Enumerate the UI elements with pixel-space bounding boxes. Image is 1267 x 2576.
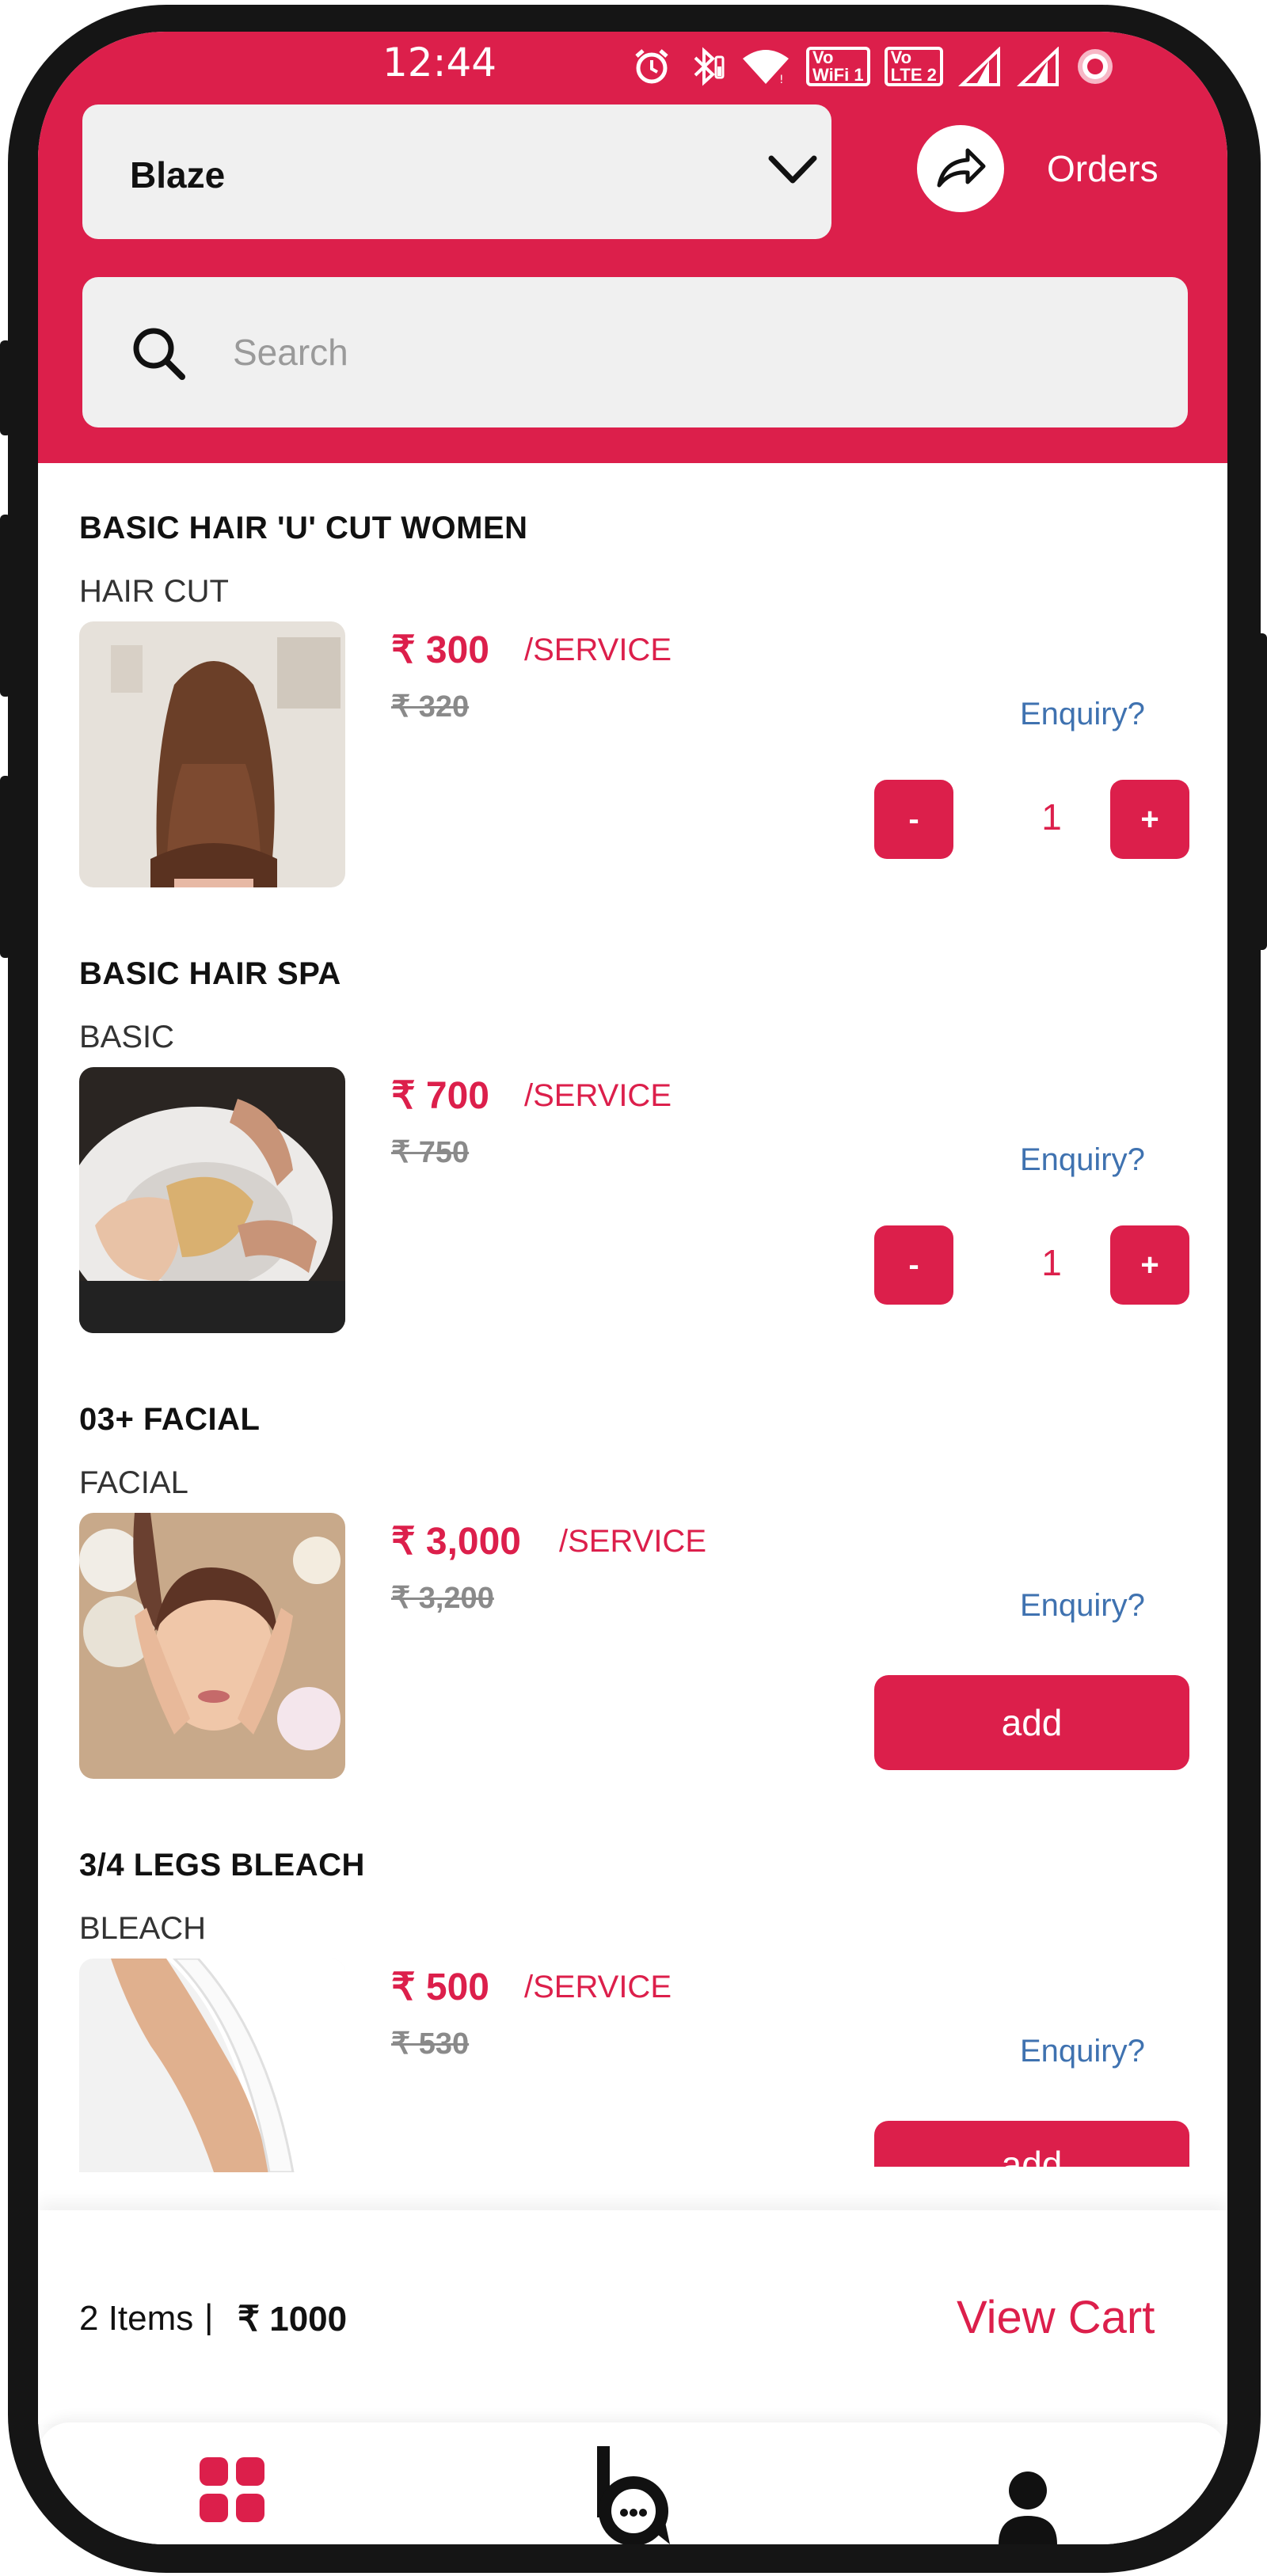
volte-bottom-label: LTE 2 — [890, 65, 937, 85]
app-screen: 12:44 ! Vo WiFi 1 Vo LTE 2 Blaze Orders … — [38, 32, 1227, 2544]
original-price: ₹ 3,200 — [391, 1582, 494, 1615]
share-icon — [937, 148, 986, 188]
service-price: ₹ 3,000 — [391, 1521, 521, 1563]
store-select[interactable]: Blaze — [82, 104, 831, 239]
store-select-value: Blaze — [130, 154, 226, 196]
add-label: add — [1001, 1702, 1063, 1743]
cart-item-count: 2 Items — [79, 2299, 194, 2338]
minus-label: - — [908, 1247, 919, 1282]
service-price: ₹ 500 — [391, 1966, 489, 2008]
decrease-quantity-button[interactable]: - — [874, 780, 953, 859]
service-image — [79, 1513, 345, 1779]
service-item: 03+ FACIAL FACIAL ₹ 3,000 /SERVICE ₹ 3,2… — [38, 1354, 1227, 1800]
price-unit: /SERVICE — [524, 1970, 672, 2004]
service-price: ₹ 300 — [391, 629, 489, 671]
plus-label: + — [1140, 801, 1159, 837]
cart-total: ₹ 1000 — [238, 2300, 348, 2339]
profile-icon — [999, 2472, 1057, 2544]
service-image — [79, 1067, 345, 1333]
service-category: HAIR CUT — [79, 574, 229, 609]
search-icon — [133, 328, 185, 380]
vowifi-icon: Vo WiFi 1 — [806, 47, 870, 86]
plus-label: + — [1140, 1247, 1159, 1282]
cart-summary-bar: 2 Items | ₹ 1000 View Cart — [38, 2210, 1227, 2424]
service-price: ₹ 700 — [391, 1075, 489, 1117]
enquiry-link[interactable]: Enquiry? — [1020, 1142, 1145, 1178]
status-time: 12:44 — [382, 40, 497, 85]
quantity-value: 1 — [1041, 1242, 1062, 1283]
chat-logo-icon — [597, 2446, 670, 2544]
vowifi-bottom-label: WiFi 1 — [812, 65, 864, 85]
original-price: ₹ 320 — [391, 690, 470, 724]
nav-item-profile[interactable] — [992, 2470, 1063, 2544]
svg-text:!: ! — [779, 74, 784, 86]
price-unit: /SERVICE — [524, 1078, 672, 1113]
quantity-value: 1 — [1041, 796, 1062, 838]
search-bar[interactable] — [82, 277, 1188, 427]
price-unit: /SERVICE — [559, 1524, 706, 1559]
service-name: BASIC HAIR 'U' CUT WOMEN — [79, 511, 528, 545]
signal-icon — [957, 46, 1002, 87]
vowifi-top-label: Vo — [812, 47, 834, 67]
bluetooth-icon — [686, 46, 725, 87]
original-price: ₹ 530 — [391, 2027, 470, 2061]
nav-item-home[interactable] — [196, 2454, 276, 2533]
share-button[interactable] — [917, 125, 1004, 212]
record-icon — [1075, 46, 1116, 87]
service-item: 3/4 LEGS BLEACH BLEACH ₹ 500 /SERVICE ₹ … — [38, 1800, 1227, 2205]
service-name: BASIC HAIR SPA — [79, 956, 341, 991]
status-icons: ! Vo WiFi 1 Vo LTE 2 — [632, 40, 1116, 93]
service-image — [79, 621, 345, 887]
increase-quantity-button[interactable]: + — [1110, 780, 1189, 859]
service-category: FACIAL — [79, 1465, 188, 1500]
service-name: 3/4 LEGS BLEACH — [79, 1848, 365, 1883]
enquiry-link[interactable]: Enquiry? — [1020, 2034, 1145, 2069]
minus-label: - — [908, 801, 919, 837]
chevron-down-icon — [768, 155, 817, 184]
service-category: BLEACH — [79, 1911, 207, 1946]
increase-quantity-button[interactable]: + — [1110, 1225, 1189, 1305]
service-item: BASIC HAIR SPA BASIC ₹ 700 /SERVICE ₹ 75… — [38, 909, 1227, 1354]
view-cart-button[interactable]: View Cart — [957, 2291, 1155, 2344]
nav-item-chat[interactable] — [592, 2446, 679, 2544]
signal-icon — [1016, 46, 1060, 87]
app-header: 12:44 ! Vo WiFi 1 Vo LTE 2 Blaze Orders … — [38, 32, 1227, 463]
service-name: 03+ FACIAL — [79, 1402, 261, 1437]
wifi-icon: ! — [740, 46, 792, 87]
enquiry-link[interactable]: Enquiry? — [1020, 1588, 1145, 1624]
alarm-icon — [632, 46, 672, 87]
original-price: ₹ 750 — [391, 1136, 470, 1169]
service-category: BASIC — [79, 1020, 175, 1054]
cart-separator: | — [204, 2297, 214, 2336]
grid-icon — [200, 2457, 264, 2522]
add-to-cart-button[interactable]: add — [874, 1675, 1189, 1770]
device-frame: 12:44 ! Vo WiFi 1 Vo LTE 2 Blaze Orders … — [0, 0, 1267, 2576]
search-input[interactable] — [233, 317, 1104, 388]
price-unit: /SERVICE — [524, 633, 672, 667]
add-to-cart-button[interactable]: add — [874, 2121, 1189, 2185]
enquiry-link[interactable]: Enquiry? — [1020, 697, 1145, 732]
volte-icon: Vo LTE 2 — [884, 47, 943, 86]
add-label: add — [1001, 2144, 1063, 2185]
service-list: BASIC HAIR 'U' CUT WOMEN HAIR CUT ₹ 300 … — [38, 463, 1227, 2205]
service-image — [79, 1959, 345, 2172]
decrease-quantity-button[interactable]: - — [874, 1225, 953, 1305]
orders-link[interactable]: Orders — [1047, 147, 1159, 190]
status-bar: 12:44 ! Vo WiFi 1 Vo LTE 2 — [38, 32, 1227, 111]
bottom-navigation — [38, 2422, 1227, 2544]
volte-top-label: Vo — [890, 47, 912, 67]
service-item: BASIC HAIR 'U' CUT WOMEN HAIR CUT ₹ 300 … — [38, 463, 1227, 909]
